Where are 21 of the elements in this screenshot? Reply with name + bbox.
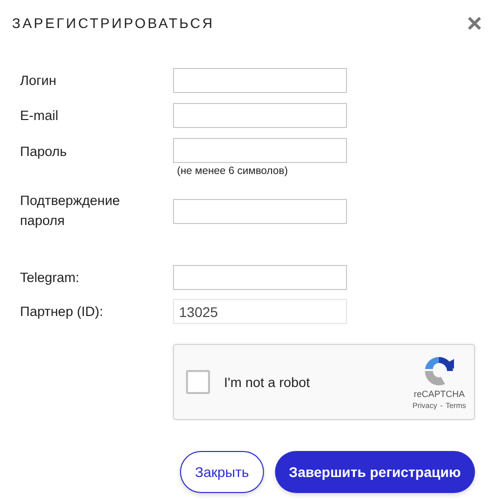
- input-field[interactable]: 13025: [173, 299, 347, 324]
- field-hint: (не менее 6 символов): [177, 165, 289, 177]
- dialog-title: ЗАРЕГИСТРИРОВАТЬСЯ: [12, 15, 214, 31]
- field-label: E-mail: [20, 106, 60, 124]
- close-dialog-button[interactable]: Закрыть: [180, 451, 264, 493]
- input-field[interactable]: [173, 198, 347, 224]
- field-label: Логин: [20, 72, 58, 90]
- captcha-brand: reCAPTCHA: [414, 388, 465, 398]
- checkbox[interactable]: [186, 370, 210, 394]
- input-field[interactable]: [173, 265, 347, 290]
- field-label: Подтверждение пароля: [20, 192, 121, 230]
- submit-button[interactable]: Завершить регистрацию: [274, 451, 475, 493]
- close-button[interactable]: ×: [466, 12, 482, 34]
- input-field[interactable]: [173, 138, 347, 163]
- field-label: Telegram:: [20, 268, 80, 287]
- captcha-label: I'm not a robot: [224, 374, 311, 390]
- input-field[interactable]: [173, 103, 347, 128]
- field-label: Партнер (ID):: [20, 302, 104, 321]
- recaptcha-logo-icon: [423, 354, 456, 386]
- field-label: Пароль: [20, 143, 68, 161]
- input-field[interactable]: [173, 68, 347, 93]
